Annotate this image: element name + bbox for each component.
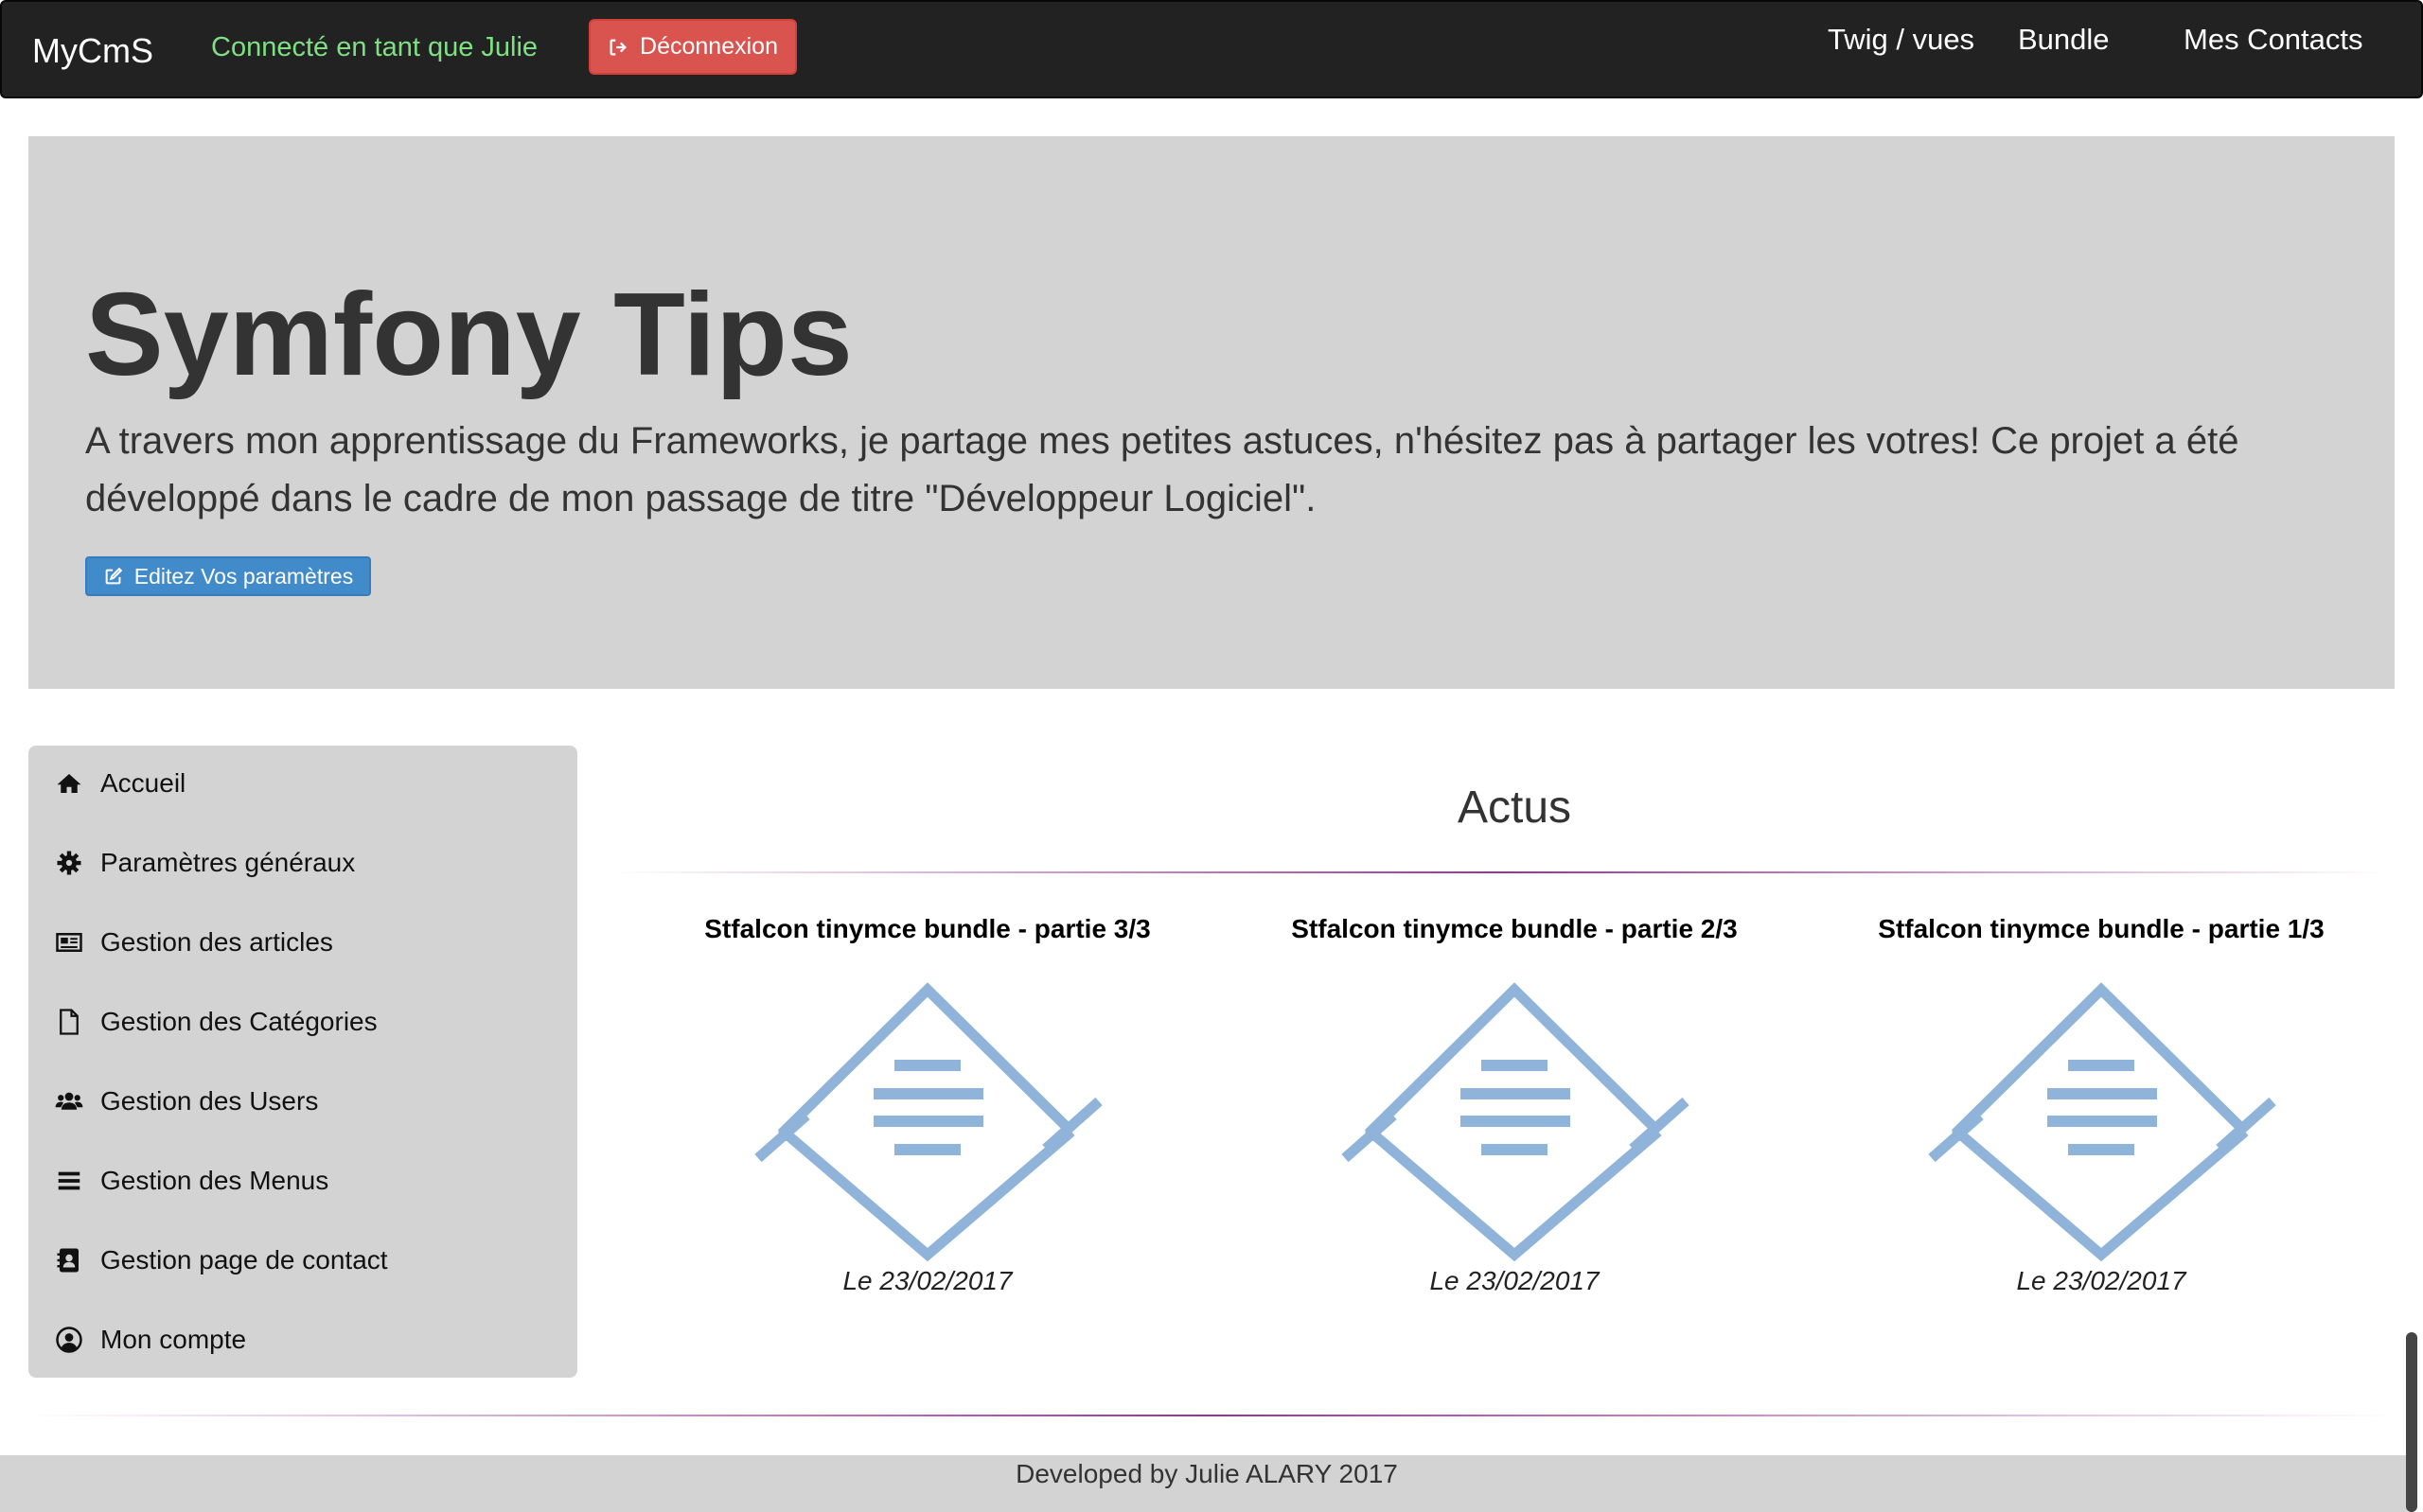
sidebar-item-label: Gestion des Catégories: [100, 1007, 378, 1036]
article-card[interactable]: Stfalcon tinymce bundle - partie 1/3 Le …: [1836, 908, 2366, 1300]
sidebar-item-users[interactable]: Gestion des Users: [55, 1078, 318, 1125]
nav-link-bundle[interactable]: Bundle: [2018, 21, 2110, 59]
footer-divider: [28, 1415, 2395, 1416]
logout-label: Déconnexion: [640, 33, 778, 60]
sidebar-item-label: Gestion des Users: [100, 1086, 319, 1116]
user-circle-icon: [56, 1327, 82, 1353]
brand-link[interactable]: MyCmS: [32, 28, 153, 74]
newspaper-icon: [56, 933, 82, 952]
sidebar-item-label: Accueil: [100, 768, 186, 798]
nav-link-mes-contacts[interactable]: Mes Contacts: [2184, 21, 2363, 59]
article-title[interactable]: Stfalcon tinymce bundle - partie 2/3: [1249, 908, 1779, 950]
footer-text: Developed by Julie ALARY 2017: [1016, 1459, 1398, 1488]
logout-button[interactable]: Déconnexion: [589, 19, 797, 75]
sidebar-item-mon-compte[interactable]: Mon compte: [55, 1316, 246, 1363]
section-title: Actus: [1457, 782, 1572, 833]
article-title[interactable]: Stfalcon tinymce bundle - partie 1/3: [1836, 908, 2366, 950]
nav-link-twig-vues[interactable]: Twig / vues: [1828, 21, 1974, 59]
sidebar-item-accueil[interactable]: Accueil: [55, 760, 186, 807]
edit-settings-button[interactable]: Editez Vos paramètres: [85, 556, 371, 596]
page-lead: A travers mon apprentissage du Framework…: [85, 420, 2239, 519]
sidebar-item-menus[interactable]: Gestion des Menus: [55, 1157, 328, 1204]
article-date: Le 23/02/2017: [1429, 1266, 1600, 1295]
sidebar-item-contact[interactable]: Gestion page de contact: [55, 1237, 388, 1284]
edit-icon: [105, 567, 123, 585]
sidebar-item-articles[interactable]: Gestion des articles: [55, 919, 333, 966]
address-book-icon: [57, 1248, 79, 1273]
article-date: Le 23/02/2017: [2016, 1266, 2186, 1295]
logged-in-status: Connecté en tant que Julie: [211, 32, 539, 62]
gear-icon: [57, 851, 81, 875]
section-divider: [615, 871, 2385, 873]
article-card[interactable]: Stfalcon tinymce bundle - partie 3/3 Le …: [663, 908, 1193, 1300]
sidebar-item-label: Gestion des articles: [100, 927, 333, 957]
sidebar-item-label: Gestion page de contact: [100, 1245, 388, 1275]
article-title[interactable]: Stfalcon tinymce bundle - partie 3/3: [663, 908, 1193, 950]
sidebar-item-categories[interactable]: Gestion des Catégories: [55, 998, 378, 1046]
users-icon: [55, 1092, 83, 1110]
article-card[interactable]: Stfalcon tinymce bundle - partie 2/3 Le …: [1249, 908, 1779, 1300]
article-placeholder-icon: [1341, 982, 1689, 1262]
page-title: Symfony Tips: [85, 270, 853, 400]
edit-settings-label: Editez Vos paramètres: [133, 563, 354, 589]
bars-icon: [58, 1171, 80, 1190]
file-icon: [60, 1009, 79, 1035]
article-date: Le 23/02/2017: [842, 1266, 1013, 1295]
article-placeholder-icon: [754, 982, 1103, 1262]
sign-out-icon: [610, 39, 627, 55]
admin-sidebar: Accueil Paramètres généraux Gestion des …: [28, 746, 577, 1378]
page-scrollbar[interactable]: [2406, 1332, 2417, 1512]
top-navbar: MyCmS Connecté en tant que Julie Déconne…: [0, 0, 2423, 98]
article-placeholder-icon: [1928, 982, 2276, 1262]
home-icon: [57, 774, 81, 793]
footer: Developed by Julie ALARY 2017: [0, 1455, 2414, 1512]
sidebar-item-label: Gestion des Menus: [100, 1166, 329, 1195]
sidebar-item-label: Mon compte: [100, 1325, 247, 1354]
sidebar-item-label: Paramètres généraux: [100, 848, 356, 877]
jumbotron: Symfony Tips A travers mon apprentissage…: [28, 136, 2395, 689]
sidebar-item-parametres[interactable]: Paramètres généraux: [55, 839, 355, 887]
